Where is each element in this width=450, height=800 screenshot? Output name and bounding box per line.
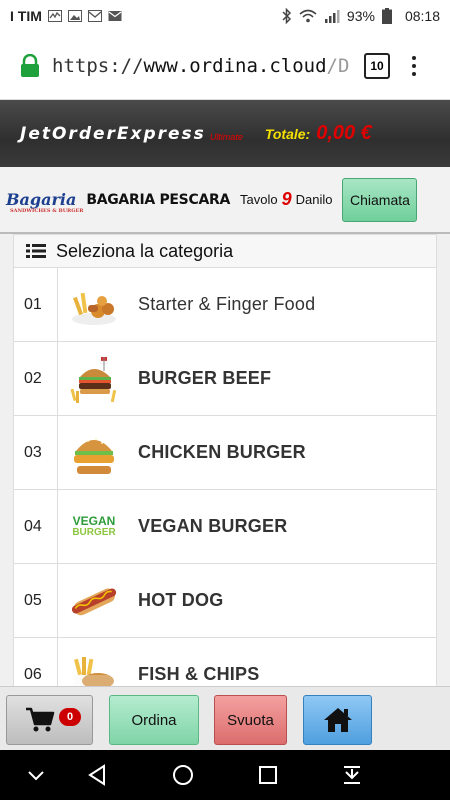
category-list: 01 Starter & Finger Food 02 BURGER BEEF … [13,268,437,686]
category-row[interactable]: 06 FISH & CHIPS [13,638,437,686]
collapse-chevron-icon[interactable] [26,763,46,787]
home-icon [323,708,352,732]
category-number: 05 [14,564,58,637]
back-icon[interactable] [86,763,108,787]
table-number: 9 [281,189,292,209]
cart-button[interactable]: 0 [6,695,93,745]
browser-menu-icon[interactable] [412,55,416,76]
url-scheme: https:// [52,54,144,77]
category-name: FISH & CHIPS [138,664,260,684]
total-value: 0,00 € [316,122,372,144]
signal-icon [324,10,340,23]
category-panel: Seleziona la categoria 01 Starter & Fing… [0,234,450,686]
brand-logo: JetOrderExpress [20,123,206,144]
vegan-burger-logo-icon: VEGAN BURGER [68,500,120,553]
fish-chips-icon [68,648,120,686]
category-row[interactable]: 03 CHICKEN BURGER [13,416,437,490]
category-name: Starter & Finger Food [138,294,316,314]
hot-dog-icon [68,574,120,627]
clock: 08:18 [404,8,440,24]
table-label: Tavolo [240,192,278,207]
bluetooth-icon [282,8,291,24]
category-name: VEGAN BURGER [138,516,288,536]
url-path: /D [326,54,350,77]
category-number: 04 [14,490,58,563]
cart-count-badge: 0 [59,708,81,726]
category-name: BURGER BEEF [138,368,272,388]
mail-icon [108,11,122,21]
order-button[interactable]: Ordina [109,695,199,745]
restaurant-bar: Bagaria SANDWICHES & BURGER BAGARIA PESC… [0,167,450,234]
cart-icon [25,707,54,732]
category-name: CHICKEN BURGER [138,442,306,462]
vegan-logo-text-2: BURGER [72,527,116,538]
url-host: www.ordina.cloud [143,54,327,77]
category-header: Seleziona la categoria [13,234,437,268]
burger-icon [68,352,120,405]
restaurant-logo: Bagaria SANDWICHES & BURGER [6,190,83,214]
category-number: 03 [14,416,58,489]
category-number: 02 [14,342,58,415]
category-row[interactable]: 01 Starter & Finger Food [13,268,437,342]
gmail-icon [87,10,102,22]
recents-icon[interactable] [257,763,279,787]
call-waiter-button[interactable]: Chiamata [342,177,418,222]
system-navigation-bar [0,750,450,800]
status-bar: I TIM 93% 08:18 [0,0,450,32]
home-circle-icon[interactable] [171,763,195,787]
category-number: 01 [14,268,58,341]
vegan-logo-text-1: VEGAN [72,514,116,528]
clear-cart-button[interactable]: Svuota [214,695,287,745]
category-name: HOT DOG [138,590,224,610]
category-header-title: Seleziona la categoria [56,240,234,261]
battery-percent: 93% [346,8,375,24]
footer-toolbar: 0 Ordina Svuota [0,686,450,750]
total-label: Totale: [264,125,311,142]
waiter-name: Danilo [295,192,333,207]
wifi-icon [299,9,317,23]
tab-switcher-button[interactable]: 10 [364,52,390,79]
category-row[interactable]: 05 HOT DOG [13,564,437,638]
chicken-burger-icon [68,426,120,479]
restaurant-name: BAGARIA PESCARA [86,191,230,208]
list-icon [26,244,46,258]
category-number: 06 [14,638,58,686]
url-text[interactable]: https://www.ordina.cloud/D [52,55,352,77]
browser-url-bar: https://www.ordina.cloud/D 10 [0,32,450,100]
brand-logo-sub: Ultimate [209,131,243,142]
app-header: JetOrderExpress Ultimate Totale: 0,00 € [0,100,450,167]
notification-pull-icon[interactable] [341,763,363,787]
category-row[interactable]: 04 VEGAN BURGER VEGAN BURGER [13,490,437,564]
category-row[interactable]: 02 BURGER BEEF [13,342,437,416]
restaurant-logo-tagline: SANDWICHES & BURGER [10,208,84,214]
restaurant-logo-text: Bagaria [6,190,77,209]
carrier-label: I TIM [10,8,42,24]
battery-icon [381,8,392,24]
activity-icon [47,10,62,22]
finger-food-icon [68,278,120,331]
lock-icon [21,53,39,77]
photo-icon [67,10,82,22]
home-button[interactable] [303,695,372,745]
